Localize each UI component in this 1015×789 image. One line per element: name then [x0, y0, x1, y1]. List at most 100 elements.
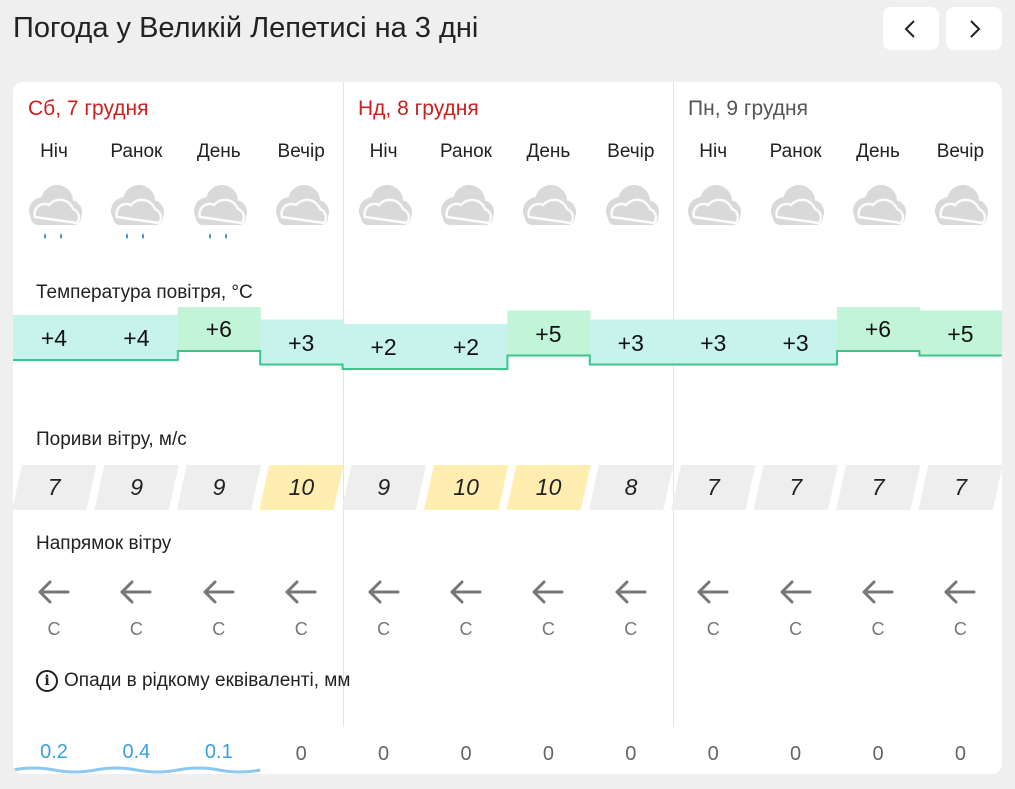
temperature-value: +4 [123, 325, 150, 351]
precip-value: 0 [378, 743, 390, 765]
precip-wave-line [13, 766, 261, 774]
wind-direction: С [212, 619, 226, 639]
arrow-left-icon [13, 577, 95, 607]
cloud-icon [260, 177, 342, 247]
arrow-left-icon [95, 577, 177, 607]
gust-value: 8 [589, 465, 673, 510]
arrow-left-icon [260, 577, 342, 607]
temperature-label: Температура повітря, °C [36, 282, 253, 303]
gust-value: 10 [506, 465, 590, 510]
gust-value: 10 [259, 465, 343, 510]
wind-direction: С [624, 619, 638, 639]
day-header: Сб, 7 грудня [28, 97, 149, 120]
cloud-light-rain-icon [178, 177, 260, 247]
period-label: День [196, 141, 241, 162]
precip-value: 0.2 [40, 741, 68, 763]
gust-value: 7 [13, 465, 96, 510]
chevron-right-icon [970, 19, 981, 38]
precip-label: i Опади в рідкому еквіваленті, мм [36, 670, 350, 692]
arrow-left-icon [178, 577, 260, 607]
precip-value: 0 [790, 743, 802, 765]
period-label: Вечір [607, 141, 655, 162]
arrow-left-icon [919, 577, 1001, 607]
cloud-icon [425, 177, 507, 247]
temperature-value: +6 [205, 316, 232, 342]
gust-value: 7 [918, 465, 1002, 510]
period-label: Ранок [110, 141, 163, 162]
day-header: Пн, 9 грудня [688, 97, 809, 120]
wind-direction: С [294, 619, 308, 639]
temperature-value: +3 [617, 329, 644, 356]
wind-direction: С [459, 619, 473, 639]
cloud-icon [919, 177, 1001, 247]
cloud-light-rain-icon [13, 177, 95, 247]
arrow-left-icon [837, 577, 919, 607]
temperature-value: +3 [700, 329, 727, 356]
temperature-value: +3 [288, 329, 315, 356]
gust-value: 7 [754, 465, 838, 510]
precip-value: 0 [872, 743, 884, 765]
chevron-left-icon [904, 19, 915, 38]
gust-value: 9 [342, 465, 426, 510]
next-button[interactable] [946, 7, 1002, 50]
wind-direction: С [789, 619, 803, 639]
gust-value: 10 [424, 465, 508, 510]
cloud-icon [672, 177, 754, 247]
wind-direction: С [871, 619, 885, 639]
temperature-value: +5 [947, 320, 974, 347]
gusts-label: Пориви вітру, м/с [36, 429, 187, 450]
gust-value: 7 [836, 465, 920, 510]
cloud-icon [837, 177, 919, 247]
arrow-left-icon [755, 577, 837, 607]
period-label: Ранок [440, 141, 492, 162]
cloud-icon [590, 177, 672, 247]
wind-direction: С [706, 619, 720, 639]
arrow-left-icon [590, 577, 672, 607]
wind-direction: С [541, 619, 555, 639]
period-label: Ніч [369, 141, 398, 162]
temperature-value: +2 [370, 334, 397, 360]
temperature-value: +5 [535, 320, 562, 347]
forecast-card: Сб, 7 грудня Нд, 8 грудня Пн, 9 грудня Т… [13, 82, 1002, 774]
wind-direction: С [129, 619, 143, 639]
gust-value: 9 [177, 465, 261, 510]
gust-value: 9 [94, 465, 178, 510]
precip-value: 0 [542, 743, 554, 765]
cloud-icon [755, 177, 837, 247]
arrow-left-icon [343, 577, 425, 607]
temperature-value: +3 [782, 329, 809, 356]
precip-label-text: Опади в рідкому еквіваленті, мм [64, 670, 351, 691]
direction-label: Напрямок вітру [36, 533, 172, 554]
page-title: Погода у Великій Лепетисі на 3 дні [13, 12, 479, 44]
precip-value: 0 [707, 743, 719, 765]
wind-direction: С [47, 619, 61, 639]
day-header: Нд, 8 грудня [358, 97, 479, 120]
precip-value: 0.1 [204, 741, 233, 763]
precip-value: 0 [460, 743, 472, 765]
period-label: Ніч [40, 141, 68, 162]
gust-value: 7 [671, 465, 755, 510]
wind-direction: С [377, 619, 391, 639]
precip-value: 0.4 [122, 741, 151, 763]
cloud-icon [507, 177, 589, 247]
period-label: Вечір [936, 141, 985, 162]
cloud-light-rain-icon [95, 177, 177, 247]
cloud-icon [343, 177, 425, 247]
period-label: Вечір [277, 141, 325, 162]
temperature-value: +4 [40, 325, 68, 351]
arrow-left-icon [425, 577, 507, 607]
precip-value: 0 [625, 743, 637, 765]
prev-button[interactable] [883, 7, 939, 50]
info-icon[interactable]: i [36, 670, 58, 692]
period-label: Ранок [769, 141, 822, 162]
period-label: Ніч [699, 141, 728, 162]
period-label: День [526, 141, 571, 162]
arrow-left-icon [507, 577, 589, 607]
period-label: День [856, 141, 900, 162]
temperature-value: +2 [452, 334, 480, 360]
arrow-left-icon [672, 577, 754, 607]
temperature-value: +6 [864, 316, 892, 342]
wind-direction: С [953, 619, 967, 639]
precip-value: 0 [295, 743, 307, 765]
precip-value: 0 [954, 743, 966, 765]
